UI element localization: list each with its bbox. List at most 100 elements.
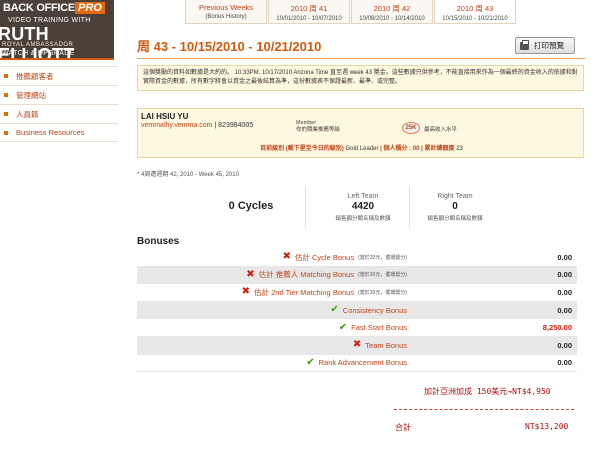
logo-line-4: ROYAL AMBASSADOR [2, 42, 74, 48]
print-preview-label: 打印預覽 [534, 41, 564, 50]
sidebar-item-referrer[interactable]: 推薦顧客者 [0, 66, 118, 85]
member-panel: LAI HSIU YU vemmalhy.vemma.com | 8239840… [137, 108, 584, 158]
bonus-table: ✖ 估計 Cycle Bonus (當於20元，循環獎分) 0.00 ✖ 估計 … [137, 249, 577, 373]
tab-subtitle: (Bonus History) [205, 14, 247, 20]
member-type-desc: 你的職業推薦等級 [296, 127, 341, 133]
bonus-label: ✔ Fast Start Bonus [338, 321, 407, 333]
logo-pro: PRO [75, 2, 105, 14]
bonus-amount: 0.00 [557, 358, 572, 368]
sidebar-item-label: 推薦顧客者 [16, 71, 54, 81]
total-label: 合計 [395, 423, 411, 432]
bonus-amount: 0.00 [557, 270, 572, 280]
cycles-count: 0 Cycles [228, 200, 274, 212]
bonus-amount: 0.00 [557, 252, 572, 262]
bonus-row-consistency: ✔ Consistency Bonus 0.00 [137, 301, 577, 320]
right-team-stat: Right Team 0 銷售額分類名稱及數額 [410, 193, 500, 222]
bonus-name[interactable]: Team Bonus [365, 341, 407, 350]
bonus-name[interactable]: 估計 Cycle Bonus [295, 252, 354, 263]
tab-subtitle: 10/08/2010 - 10/14/2010 [359, 16, 425, 22]
status-prefix: 目前級別 (截下星至今日的級別) [260, 146, 344, 152]
period-footnote: * 4周遭週期 42, 2010 - Week 45, 2010 [137, 172, 239, 178]
logo-line-5: WATCH & UPGRADE [2, 50, 75, 57]
bonus-row-cycle: ✖ 估計 Cycle Bonus (當於20元，循環獎分) 0.00 [137, 249, 577, 267]
member-type: Member 你的職業推薦等級 [296, 120, 340, 134]
bonus-note: (當於20元，循環獎分) [358, 272, 407, 279]
disclaimer-notice: 這個獎勵的資料如數據是大約的。 10:33PM, 10/17/2010 Ariz… [137, 65, 584, 91]
member-contact: vemmalhy.vemma.com | 823984005 [141, 122, 253, 129]
tab-title: 2010 周 42 [373, 4, 411, 13]
annotation-divider [394, 409, 574, 410]
bonus-name[interactable]: Rank Advancement Bonus [319, 358, 407, 367]
tab-subtitle: 10/01/2010 - 10/07/2010 [276, 16, 342, 22]
right-team-sub: 銷售額分類名稱及數額 [427, 216, 483, 222]
tab-subtitle: 10/15/2010 - 10/21/2010 [442, 16, 508, 22]
bonus-label: ✖ Team Bonus [353, 340, 407, 350]
bonus-amount: 0.00 [557, 305, 572, 315]
tab-week-42[interactable]: 2010 周 42 10/08/2010 - 10/14/2010 [351, 0, 433, 24]
print-preview-button[interactable]: 打印預覽 [515, 37, 575, 54]
sidebar-nav: 推薦顧客者 管理網站 人員籍 Business Resources [0, 66, 118, 142]
status-cv: 23 [456, 146, 463, 152]
member-email-link[interactable]: vemmalhy.vemma.com [141, 122, 212, 129]
right-team-label: Right Team [437, 193, 473, 200]
check-mark-icon: ✔ [338, 321, 348, 333]
bullet-icon [4, 112, 8, 116]
bonus-label: ✖ 估計 Cycle Bonus (當於20元，循環獎分) [283, 252, 407, 263]
left-team-stat: Left Team 4420 銷售額分類名稱及數額 [318, 193, 408, 222]
rank-badge-icon: 25K [402, 122, 420, 134]
bonus-label: ✖ 估計 推薦人 Matching Bonus (當於20元，循環獎分) [246, 269, 407, 280]
sidebar-item-members[interactable]: 人員籍 [0, 104, 118, 123]
bonus-label: ✔ Consistency Bonus [330, 305, 407, 315]
bonus-amount: 0.00 [557, 287, 572, 297]
left-team-sub: 銷售額分類名稱及數額 [335, 216, 391, 222]
tab-week-41[interactable]: 2010 周 41 10/01/2010 - 10/07/2010 [268, 0, 350, 24]
bullet-icon [4, 130, 8, 135]
x-mark-icon: ✖ [241, 286, 251, 298]
bonus-row-team: ✖ Team Bonus 0.00 [137, 336, 577, 355]
bonus-amount: 0.00 [557, 340, 572, 350]
bonuses-heading: Bonuses [137, 236, 180, 247]
check-mark-icon: ✔ [306, 356, 315, 368]
tab-week-43[interactable]: 2010 周 43 10/15/2010 - 10/21/2010 [434, 0, 516, 24]
sidebar-item-manage-site[interactable]: 管理網站 [0, 85, 118, 104]
bonus-row-2nd-tier-matching: ✖ 估計 2nd Tier Matching Bonus (當於20元，循環獎分… [137, 284, 577, 302]
sidebar-item-label: 人員籍 [16, 109, 39, 119]
tab-title: Previous Weeks [198, 3, 254, 12]
bonus-row-sponsor-matching: ✖ 估計 推薦人 Matching Bonus (當於20元，循環獎分) 0.0… [137, 266, 577, 285]
stats-divider [305, 186, 306, 228]
sidebar: BACK OFFICE PRO VIDEO TRAINING WITH RUTH… [0, 0, 118, 450]
tab-title: 2010 周 43 [456, 4, 494, 13]
week-tabs: Previous Weeks (Bonus History) 2010 周 41… [185, 0, 517, 26]
logo-line-1: BACK OFFICE [3, 2, 75, 14]
bonus-amount: 8,250.00 [542, 323, 572, 333]
bonus-label: ✖ 估計 2nd Tier Matching Bonus (當於20元，循環獎分… [242, 287, 407, 298]
tab-previous-weeks[interactable]: Previous Weeks (Bonus History) [185, 0, 267, 24]
member-status-line: 目前級別 (截下星至今日的級別) Gold Leader | 個人積分 : 00… [138, 143, 585, 152]
back-office-pro-logo[interactable]: BACK OFFICE PRO VIDEO TRAINING WITH RUTH… [0, 0, 114, 60]
bonus-name[interactable]: 估計 推薦人 Matching Bonus [259, 269, 354, 280]
header-divider [137, 58, 585, 59]
bonus-name[interactable]: 估計 2nd Tier Matching Bonus [254, 287, 354, 298]
left-team-value: 4420 [351, 201, 375, 212]
status-level: Gold Leader [345, 146, 379, 152]
sidebar-item-label: 管理網站 [16, 90, 46, 100]
x-mark-icon: ✖ [282, 251, 291, 263]
bonus-row-fast-start: ✔ Fast Start Bonus 8,250.00 [137, 319, 577, 337]
asia-bonus-annotation: 加計亞洲加成 150美元→NT$4,950 [424, 387, 551, 396]
right-team-value: 0 [452, 201, 458, 212]
bonus-name[interactable]: Fast Start Bonus [351, 323, 407, 332]
check-mark-icon: ✔ [330, 304, 339, 316]
bonus-row-rank-advancement: ✔ Rank Advancement Bonus 0.00 [137, 355, 577, 373]
bonus-name[interactable]: Consistency Bonus [343, 306, 407, 315]
member-name: LAI HSIU YU [141, 112, 189, 121]
page-title: 周 43 - 10/15/2010 - 10/21/2010 [137, 39, 322, 54]
sidebar-item-business-resources[interactable]: Business Resources [0, 123, 118, 142]
bonus-label: ✔ Rank Advancement Bonus [306, 356, 407, 368]
x-mark-icon: ✖ [352, 339, 362, 351]
x-mark-icon: ✖ [246, 268, 255, 280]
total-value: NT$13,200 [525, 422, 569, 431]
status-cv-label: 累計總額度 [424, 146, 455, 152]
bullet-icon [4, 93, 8, 97]
rank-label: 最高收入水平 [424, 127, 458, 133]
left-team-label: Left Team [347, 193, 379, 200]
